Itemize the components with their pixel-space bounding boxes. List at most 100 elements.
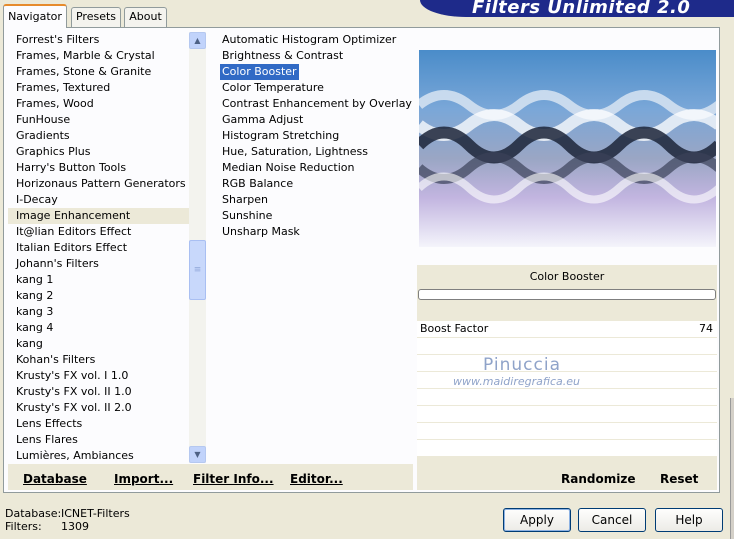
category-item[interactable]: It@lian Editors Effect: [8, 224, 189, 240]
filter-item[interactable]: Median Noise Reduction: [214, 160, 412, 176]
filter-item[interactable]: Histogram Stretching: [214, 128, 412, 144]
filter-item-label: Unsharp Mask: [222, 225, 300, 238]
category-item[interactable]: I-Decay: [8, 192, 189, 208]
category-item[interactable]: Kohan's Filters: [8, 352, 189, 368]
category-item[interactable]: kang 3: [8, 304, 189, 320]
filter-list[interactable]: Automatic Histogram Optimizer Brightness …: [214, 32, 412, 463]
category-item-label: kang 2: [16, 289, 54, 302]
category-item-label: Frames, Wood: [16, 97, 94, 110]
filter-item[interactable]: Brightness & Contrast: [214, 48, 412, 64]
filter-item[interactable]: Automatic Histogram Optimizer: [214, 32, 412, 48]
database-button[interactable]: Database: [23, 472, 87, 486]
category-item[interactable]: Frames, Marble & Crystal: [8, 48, 189, 64]
category-item[interactable]: Image Enhancement: [8, 208, 189, 224]
category-item-label: kang 1: [16, 273, 54, 286]
category-item-label: Lumières, Ambiances: [16, 449, 134, 462]
category-item[interactable]: kang 2: [8, 288, 189, 304]
filter-item-label: Gamma Adjust: [222, 113, 304, 126]
scroll-up-arrow-icon[interactable]: ▲: [189, 32, 206, 49]
filter-item-label: Sunshine: [222, 209, 273, 222]
category-item[interactable]: Graphics Plus: [8, 144, 189, 160]
watermark-url: www.maidiregrafica.eu: [453, 375, 580, 388]
filter-item-label: Color Booster: [220, 64, 299, 80]
tab-presets[interactable]: Presets: [71, 7, 121, 27]
filter-item[interactable]: Sharpen: [214, 192, 412, 208]
filter-item-label: Color Temperature: [222, 81, 324, 94]
param-row-empty: [417, 423, 717, 440]
randomize-button[interactable]: Randomize: [561, 472, 635, 486]
category-item-label: Lens Effects: [16, 417, 83, 430]
preview-image: [419, 50, 716, 247]
category-item[interactable]: Krusty's FX vol. II 2.0: [8, 400, 189, 416]
filter-item-label: Median Noise Reduction: [222, 161, 355, 174]
filter-item[interactable]: Sunshine: [214, 208, 412, 224]
category-item-label: Krusty's FX vol. I 1.0: [16, 369, 129, 382]
help-button[interactable]: Help: [655, 508, 723, 532]
category-item[interactable]: kang: [8, 336, 189, 352]
category-item-label: Kohan's Filters: [16, 353, 96, 366]
param-value: 74: [699, 322, 713, 335]
category-item[interactable]: kang 4: [8, 320, 189, 336]
category-item-label: Frames, Textured: [16, 81, 111, 94]
filter-item-label: Contrast Enhancement by Overlay: [222, 97, 412, 110]
category-item[interactable]: Horizonaus Pattern Generators: [8, 176, 189, 192]
scroll-down-arrow-icon[interactable]: ▼: [189, 446, 206, 463]
category-item[interactable]: Frames, Stone & Granite: [8, 64, 189, 80]
import-button[interactable]: Import...: [114, 472, 173, 486]
filter-item[interactable]: Hue, Saturation, Lightness: [214, 144, 412, 160]
category-item-label: kang: [16, 337, 43, 350]
status-filters-value: 1309: [61, 520, 89, 533]
category-item-label: Forrest's Filters: [16, 33, 100, 46]
category-list[interactable]: Forrest's Filters Frames, Marble & Crysta…: [8, 32, 189, 464]
category-item[interactable]: Lens Effects: [8, 416, 189, 432]
parameter-grid: Boost Factor 74: [417, 321, 717, 463]
category-item[interactable]: Forrest's Filters: [8, 32, 189, 48]
app-banner: Filters Unlimited 2.0: [420, 0, 734, 17]
category-item[interactable]: Italian Editors Effect: [8, 240, 189, 256]
filter-item-label: Brightness & Contrast: [222, 49, 344, 62]
filter-item[interactable]: Unsharp Mask: [214, 224, 412, 240]
apply-button[interactable]: Apply: [503, 508, 571, 532]
category-item[interactable]: Frames, Wood: [8, 96, 189, 112]
category-item-label: Graphics Plus: [16, 145, 91, 158]
category-item-label: Horizonaus Pattern Generators: [16, 177, 186, 190]
filter-item[interactable]: Color Temperature: [214, 80, 412, 96]
filter-item-label: Sharpen: [222, 193, 268, 206]
category-item-label: Krusty's FX vol. II 1.0: [16, 385, 132, 398]
filter-item-label: Hue, Saturation, Lightness: [222, 145, 368, 158]
tab-navigator[interactable]: Navigator: [3, 4, 67, 28]
cancel-button[interactable]: Cancel: [578, 508, 646, 532]
param-label: Boost Factor: [420, 322, 489, 335]
reset-button[interactable]: Reset: [660, 472, 698, 486]
param-row-boost-factor[interactable]: Boost Factor 74: [417, 321, 717, 338]
category-item[interactable]: Harry's Button Tools: [8, 160, 189, 176]
filter-item[interactable]: Gamma Adjust: [214, 112, 412, 128]
filter-item[interactable]: Contrast Enhancement by Overlay: [214, 96, 412, 112]
category-scrollbar[interactable]: ▲ ≡ ▼: [189, 32, 206, 463]
category-item[interactable]: kang 1: [8, 272, 189, 288]
param-row-empty: [417, 355, 717, 372]
param-row-empty: [417, 338, 717, 355]
category-item[interactable]: Krusty's FX vol. II 1.0: [8, 384, 189, 400]
filter-info-button[interactable]: Filter Info...: [193, 472, 274, 486]
category-item[interactable]: FunHouse: [8, 112, 189, 128]
editor-button[interactable]: Editor...: [290, 472, 343, 486]
category-item-label: Lens Flares: [16, 433, 78, 446]
category-item[interactable]: Gradients: [8, 128, 189, 144]
category-item[interactable]: Frames, Textured: [8, 80, 189, 96]
filter-item-label: Histogram Stretching: [222, 129, 340, 142]
category-item[interactable]: Lens Flares: [8, 432, 189, 448]
filter-item[interactable]: Color Booster: [214, 64, 412, 80]
category-item-label: kang 4: [16, 321, 54, 334]
category-item[interactable]: Krusty's FX vol. I 1.0: [8, 368, 189, 384]
filter-item[interactable]: RGB Balance: [214, 176, 412, 192]
category-item[interactable]: Johann's Filters: [8, 256, 189, 272]
category-item-label: Gradients: [16, 129, 70, 142]
status-area: Database:ICNET-Filters Filters: 1309: [5, 507, 130, 533]
status-database-label: Database:: [5, 507, 62, 520]
scroll-thumb[interactable]: ≡: [189, 240, 206, 300]
category-item[interactable]: Lumières, Ambiances: [8, 448, 189, 464]
tab-about[interactable]: About: [124, 7, 167, 27]
filter-item-label: RGB Balance: [222, 177, 294, 190]
category-item-label: It@lian Editors Effect: [16, 225, 132, 238]
